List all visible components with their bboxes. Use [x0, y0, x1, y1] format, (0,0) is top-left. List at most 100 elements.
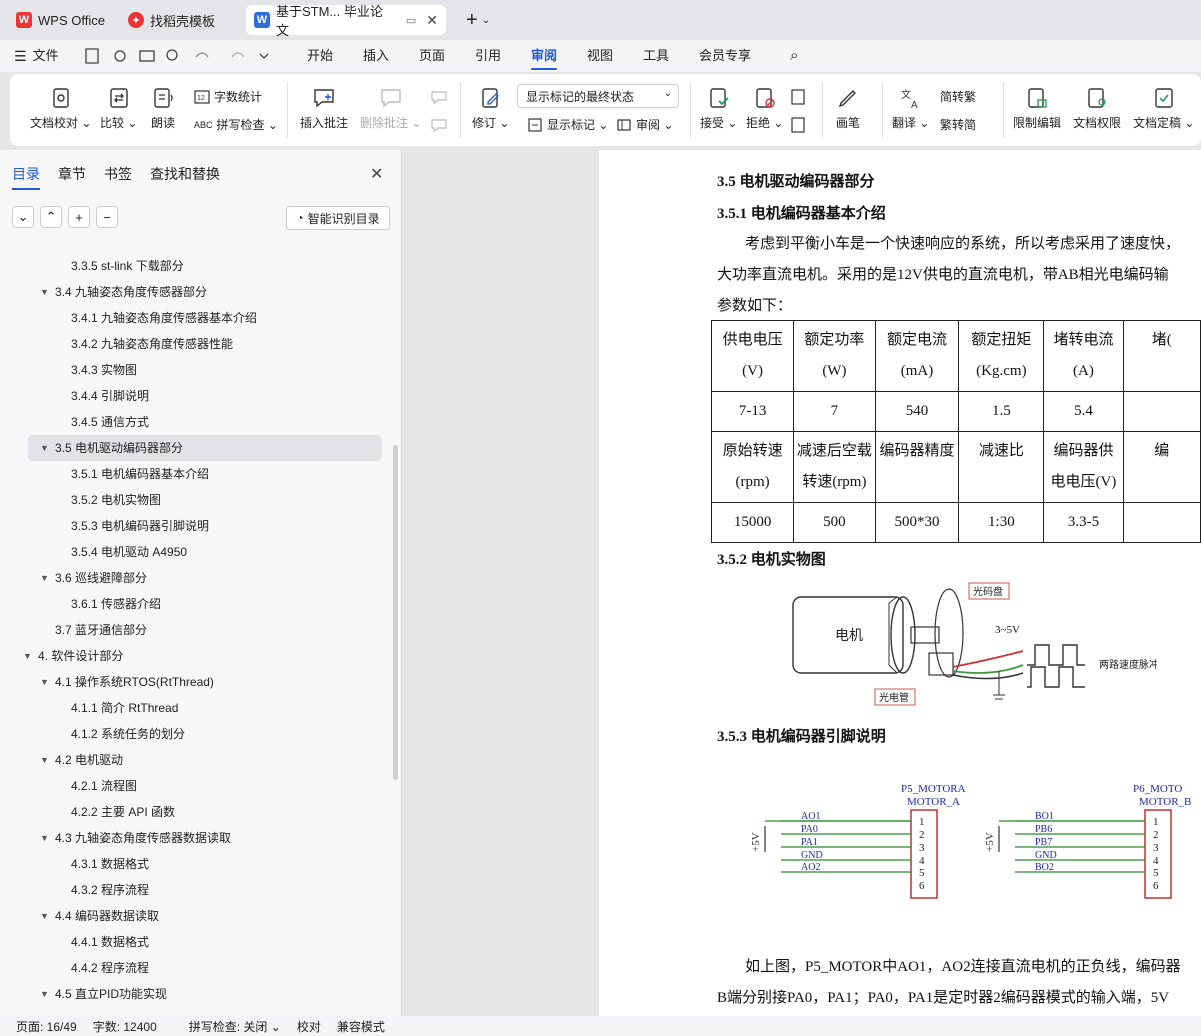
toc-tree: 3.3.5 st-link 下载部分 ▼ 3.4 九轴姿态角度传感器部分 3.4.1 … [0, 253, 394, 1007]
tab-chapter[interactable]: 章节 [58, 164, 86, 190]
delete-comment-button[interactable]: 删除批注 ⌄ [360, 86, 421, 131]
toc-item[interactable]: 3.7 蓝牙通信部分 [0, 617, 394, 643]
toc-item[interactable]: 3.6.1 传感器介绍 [0, 591, 394, 617]
file-menu[interactable]: ☰ 文件 [14, 40, 59, 72]
menu-tools[interactable]: 工具 [643, 40, 669, 72]
tab-docer[interactable]: ✦ 找稻壳模板 [120, 5, 242, 35]
menu-page[interactable]: 页面 [419, 40, 445, 72]
toc-item[interactable]: 4.3.1 数据格式 [0, 851, 394, 877]
spell-check-button[interactable]: ABC 拼写检查 ⌄ [194, 116, 278, 133]
change-nav-icons[interactable] [790, 88, 808, 138]
svg-text:A: A [911, 100, 918, 110]
menu-member[interactable]: 会员专享 [699, 40, 751, 72]
toc-item[interactable]: 3.4.3 实物图 [0, 357, 394, 383]
toc-item[interactable]: 3.4.5 通信方式 [0, 409, 394, 435]
toc-item[interactable]: 4.2.2 主要 API 函数 [0, 799, 394, 825]
add-level-button[interactable]: + [68, 206, 90, 228]
close-tab-icon[interactable]: ✕ [426, 12, 438, 29]
toc-item[interactable]: 4.1.2 系统任务的划分 [0, 721, 394, 747]
toc-item[interactable]: 3.3.5 st-link 下载部分 [0, 253, 394, 279]
toc-item[interactable]: ▼ 4. 软件设计部分 [0, 643, 394, 669]
tab-toc[interactable]: 目录 [12, 164, 40, 190]
pen-button[interactable]: 画笔 [836, 86, 860, 131]
motor-spec-table: 供电电压(V) 额定功率(W) 额定电流(mA) 额定扭矩(Kg.cm) 堵转电流(A)… [710, 320, 1201, 543]
comment-nav-icons[interactable] [430, 88, 448, 138]
tab-bookmark[interactable]: 书签 [104, 164, 132, 190]
toc-item[interactable]: ▼ 3.5 电机驱动编码器部分 [28, 435, 382, 461]
expand-arrow-icon[interactable]: ▼ [40, 565, 49, 591]
menu-review[interactable]: 审阅 [531, 40, 558, 72]
toc-item[interactable]: 4.2.1 流程图 [0, 773, 394, 799]
toc-item[interactable]: 4.3.2 程序流程 [0, 877, 394, 903]
menu-view[interactable]: 视图 [587, 40, 613, 72]
new-tab-button[interactable]: + ⌄ [458, 5, 498, 35]
search-icon[interactable]: ⌕ [790, 40, 798, 72]
toc-item[interactable]: 3.5.1 电机编码器基本介绍 [0, 461, 394, 487]
toc-scrollbar[interactable] [393, 445, 398, 780]
to-simplified-button[interactable]: 繁转简 [940, 116, 976, 133]
show-markup-button[interactable]: 显示标记 ⌄ [527, 116, 608, 133]
word-count[interactable]: 字数: 12400 [93, 1018, 157, 1035]
expand-arrow-icon[interactable]: ▼ [40, 435, 49, 461]
toc-item-label: 4.2.2 主要 API 函数 [71, 805, 176, 819]
quick-access-toolbar[interactable] [84, 47, 274, 65]
tab-wps-office[interactable]: W WPS Office [8, 5, 114, 35]
restrict-edit-button[interactable]: 限制编辑 [1013, 86, 1061, 131]
toc-item[interactable]: 3.4.2 九轴姿态角度传感器性能 [0, 331, 394, 357]
spell-check-status[interactable]: 拼写检查: 关闭 ⌄ [173, 1018, 281, 1035]
toc-item[interactable]: ▼ 3.4 九轴姿态角度传感器部分 [0, 279, 394, 305]
word-count-button[interactable]: 12 字数统计 [194, 88, 262, 105]
to-traditional-button[interactable]: 简转繁 [940, 88, 976, 105]
toc-item[interactable]: 3.4.1 九轴姿态角度传感器基本介绍 [0, 305, 394, 331]
toc-item[interactable]: 4.1.1 简介 RtThread [0, 695, 394, 721]
close-icon[interactable]: ✕ [370, 164, 383, 184]
toc-item[interactable]: ▼ 4.1 操作系统RTOS(RtThread) [0, 669, 394, 695]
smart-toc-button[interactable]: ◔ 智能识别目录 [286, 206, 390, 230]
translate-button[interactable]: 文A 翻译 ⌄ [892, 86, 929, 131]
toc-item[interactable]: 3.5.2 电机实物图 [0, 487, 394, 513]
toc-item[interactable]: 4.4.1 数据格式 [0, 929, 394, 955]
expand-arrow-icon[interactable]: ▼ [40, 669, 49, 695]
toc-item[interactable]: ▼ 4.2 电机驱动 [0, 747, 394, 773]
compare-button[interactable]: 比较 ⌄ [100, 86, 137, 131]
revise-button[interactable]: 修订 ⌄ [472, 86, 509, 131]
expand-arrow-icon[interactable]: ▼ [40, 903, 49, 929]
remove-level-button[interactable]: − [96, 206, 118, 228]
tab-thesis-doc[interactable]: W 基于STM... 毕业论文 ▭ ✕ [246, 4, 446, 38]
doc-finalize-button[interactable]: 文档定稿 ⌄ [1133, 86, 1194, 131]
expand-arrow-icon[interactable]: ▼ [23, 643, 32, 669]
page-count[interactable]: 页面: 16/49 [16, 1018, 77, 1035]
toc-item[interactable]: 4.4.2 程序流程 [0, 955, 394, 981]
toc-item[interactable]: ▼ 4.3 九轴姿态角度传感器数据读取 [0, 825, 394, 851]
toc-item[interactable]: ▼ 4.5 直立PID功能实现 [0, 981, 394, 1007]
document-page[interactable]: 3.5 电机驱动编码器部分 3.5.1 电机编码器基本介绍 考虑到平衡小车是一个… [599, 150, 1201, 1016]
insert-comment-button[interactable]: 插入批注 [300, 86, 348, 131]
toc-item[interactable]: 3.4.4 引脚说明 [0, 383, 394, 409]
collapse-up-button[interactable]: ⌃ [40, 206, 62, 228]
collapse-down-button[interactable]: ⌄ [12, 206, 34, 228]
doc-permission-button[interactable]: 文档权限 [1073, 86, 1121, 131]
read-aloud-button[interactable]: 朗读 [151, 86, 175, 131]
toc-item[interactable]: 3.5.4 电机驱动 A4950 [0, 539, 394, 565]
reject-button[interactable]: 拒绝 ⌄ [746, 86, 783, 131]
expand-arrow-icon[interactable]: ▼ [40, 747, 49, 773]
menu-start[interactable]: 开始 [307, 40, 333, 72]
proof-status[interactable]: 校对 [297, 1018, 321, 1035]
expand-arrow-icon[interactable]: ▼ [40, 825, 49, 851]
toc-item[interactable]: ▼ 3.6 巡线避障部分 [0, 565, 394, 591]
toc-item[interactable]: 3.5.3 电机编码器引脚说明 [0, 513, 394, 539]
menu-reference[interactable]: 引用 [475, 40, 501, 72]
accept-button[interactable]: 接受 ⌄ [700, 86, 737, 131]
tab-find-replace[interactable]: 查找和替换 [150, 164, 220, 190]
menu-bar: ☰ 文件 开始 插入 页面 引用 审阅 视图 工具 会员专享 ⌕ [0, 40, 1201, 72]
window-icon[interactable]: ▭ [406, 14, 416, 27]
document-area: ⠿ 3.5 电机驱动编码器部分 3.5.1 电机编码器基本介绍 考虑到平衡小车是… [402, 150, 1201, 1016]
expand-arrow-icon[interactable]: ▼ [40, 279, 49, 305]
expand-arrow-icon[interactable]: ▼ [40, 981, 49, 1007]
markup-state-select[interactable]: 显示标记的最终状态 ⌄ [517, 84, 679, 108]
review-pane-button[interactable]: 审阅 ⌄ [616, 116, 673, 133]
toc-item[interactable]: ▼ 4.4 编码器数据读取 [0, 903, 394, 929]
doc-check-button[interactable]: 文档校对 ⌄ [30, 86, 91, 131]
robot-icon: ◔ [296, 211, 304, 225]
menu-insert[interactable]: 插入 [363, 40, 389, 72]
